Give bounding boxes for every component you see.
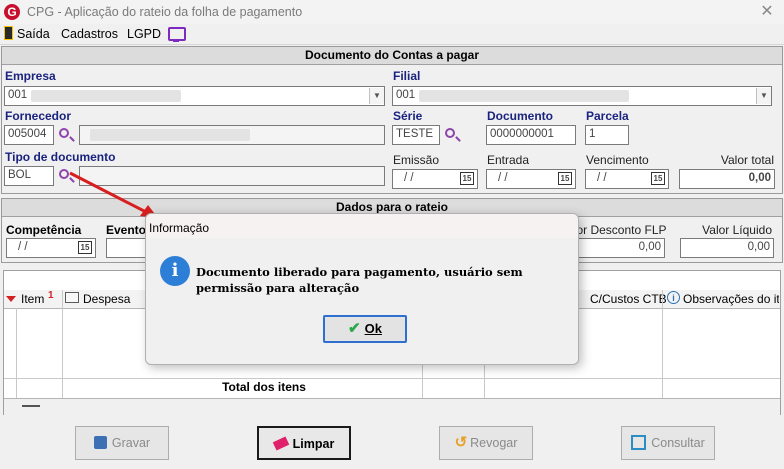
fornecedor-label: Fornecedor xyxy=(5,109,72,123)
revogar-label: Revogar xyxy=(470,436,518,450)
calendar-icon[interactable]: 15 xyxy=(460,172,474,185)
consultar-label: Consultar xyxy=(651,436,705,450)
monitor-stand-icon xyxy=(173,40,179,42)
calendar-icon[interactable]: 15 xyxy=(558,172,572,185)
grid-divider xyxy=(4,378,780,379)
consultar-button[interactable]: Consultar xyxy=(621,426,715,460)
documento-input[interactable]: 0000000001 xyxy=(486,125,576,145)
grid-divider xyxy=(484,360,485,398)
gravar-button[interactable]: Gravar xyxy=(75,426,169,460)
app-logo-icon: G xyxy=(4,4,20,20)
serie-input[interactable]: TESTE xyxy=(392,125,440,145)
valor-total-input[interactable]: 0,00 xyxy=(679,169,775,189)
grid-col-despesa[interactable]: Despesa xyxy=(83,292,130,306)
evento-label: Evento xyxy=(106,223,147,237)
grid-col-item[interactable]: Item xyxy=(21,292,44,306)
filial-value: 001 xyxy=(396,89,416,101)
competencia-date-input[interactable]: / / 15 xyxy=(6,238,96,258)
sort-indicator-icon xyxy=(6,296,16,302)
tipo-documento-input[interactable]: BOL xyxy=(4,166,54,186)
filial-name-redacted xyxy=(419,90,629,102)
entrada-label: Entrada xyxy=(487,153,530,167)
emissao-value: / / xyxy=(404,172,414,184)
undo-icon: ↺ xyxy=(454,434,468,451)
grid-col-ccustos[interactable]: C/Custos CTB xyxy=(590,292,667,306)
grid-divider xyxy=(662,290,663,398)
limpar-button[interactable]: Limpar xyxy=(257,426,351,460)
minus-icon[interactable] xyxy=(22,405,40,407)
item-sort-number: 1 xyxy=(48,290,54,301)
info-icon: i xyxy=(160,256,190,286)
eraser-icon xyxy=(272,436,289,451)
competencia-value: / / xyxy=(18,241,28,253)
window-title: CPG - Aplicação do rateio da folha de pa… xyxy=(27,5,303,19)
document-panel-header: Documento do Contas a pagar xyxy=(2,47,782,65)
exit-icon xyxy=(4,26,13,40)
dialog-message: Documento liberado para pagamento, usuár… xyxy=(196,265,523,295)
menu-item-lgpd[interactable]: LGPD xyxy=(127,27,161,41)
fornecedor-name-field xyxy=(79,125,385,145)
empresa-select[interactable]: 001 ▼ xyxy=(4,86,385,106)
total-itens-label: Total dos itens xyxy=(222,380,306,394)
parcela-input[interactable]: 1 xyxy=(585,125,629,145)
emissao-label: Emissão xyxy=(393,153,440,167)
parcela-label: Parcela xyxy=(586,109,629,123)
vencimento-value: / / xyxy=(597,172,607,184)
ok-label: Ok xyxy=(364,321,382,336)
documento-label: Documento xyxy=(487,109,553,123)
revogar-button[interactable]: ↺ Revogar xyxy=(439,426,533,460)
search-grid-icon xyxy=(631,435,647,450)
chevron-down-icon[interactable]: ▼ xyxy=(756,88,771,104)
info-icon: i xyxy=(667,291,680,304)
ok-button[interactable]: ✔ Ok xyxy=(323,315,407,343)
emissao-date-input[interactable]: / / 15 xyxy=(392,169,478,189)
filial-label: Filial xyxy=(393,69,421,83)
title-bar: G CPG - Aplicação do rateio da folha de … xyxy=(0,0,784,24)
close-window-button[interactable]: ✕ xyxy=(754,2,780,22)
info-dialog: Informação i Documento liberado para pag… xyxy=(145,213,579,365)
calendar-icon[interactable]: 15 xyxy=(78,241,92,254)
search-icon[interactable] xyxy=(445,128,455,138)
fornecedor-name-redacted xyxy=(90,129,250,141)
empresa-value: 001 xyxy=(8,89,28,101)
search-icon[interactable] xyxy=(59,128,69,138)
calendar-icon[interactable]: 15 xyxy=(651,172,665,185)
valor-liquido-label: Valor Líquido xyxy=(702,223,772,237)
check-icon: ✔ xyxy=(348,320,361,337)
save-icon xyxy=(93,436,107,449)
monitor-icon[interactable] xyxy=(168,27,186,41)
limpar-label: Limpar xyxy=(292,437,335,451)
vencimento-date-input[interactable]: / / 15 xyxy=(585,169,669,189)
edit-icon xyxy=(65,292,79,303)
menu-item-cadastros[interactable]: Cadastros xyxy=(61,27,118,41)
menu-item-saida[interactable]: Saída xyxy=(17,27,50,41)
valor-total-label: Valor total xyxy=(720,153,774,167)
vencimento-label: Vencimento xyxy=(586,153,649,167)
serie-label: Série xyxy=(393,109,423,123)
entrada-value: / / xyxy=(498,172,508,184)
tipo-documento-label: Tipo de documento xyxy=(5,150,116,164)
grid-divider xyxy=(16,308,17,398)
dialog-title-bar: Informação xyxy=(146,214,578,238)
fornecedor-code-input[interactable]: 005004 xyxy=(4,125,54,145)
empresa-label: Empresa xyxy=(5,69,56,83)
empresa-name-redacted xyxy=(31,90,181,102)
entrada-date-input[interactable]: / / 15 xyxy=(486,169,576,189)
grid-divider xyxy=(62,290,63,398)
grid-footer xyxy=(4,398,780,415)
filial-select[interactable]: 001 ▼ xyxy=(392,86,772,106)
valor-desconto-input[interactable]: 0,00 xyxy=(570,238,665,258)
chevron-down-icon[interactable]: ▼ xyxy=(369,88,384,104)
dialog-title: Informação xyxy=(149,221,210,235)
grid-col-observacoes[interactable]: Observações do iten xyxy=(683,292,779,306)
evento-input[interactable] xyxy=(106,238,146,258)
competencia-label: Competência xyxy=(6,223,82,237)
gravar-label: Gravar xyxy=(111,436,151,450)
valor-liquido-input[interactable]: 0,00 xyxy=(680,238,774,258)
